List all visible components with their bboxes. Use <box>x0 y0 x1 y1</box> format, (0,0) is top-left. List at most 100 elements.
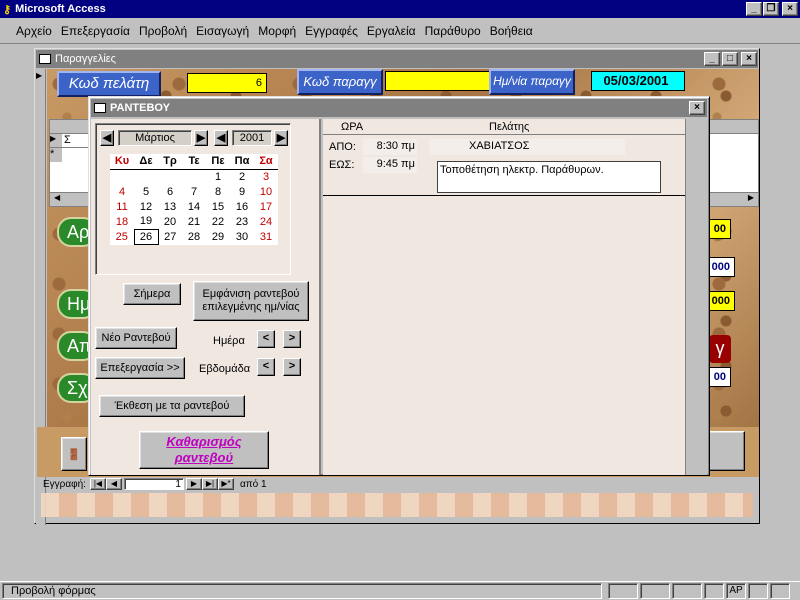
prev-year-button[interactable]: ◀ <box>214 130 228 146</box>
menu-item-1[interactable]: Επεξεργασία <box>61 24 130 38</box>
prev-day-button[interactable]: < <box>257 330 275 348</box>
menu-item-0[interactable]: Αρχείο <box>16 24 52 38</box>
next-month-button[interactable]: ▶ <box>194 130 208 146</box>
year-select[interactable]: 2001 <box>232 130 272 146</box>
first-record-button[interactable]: |◀ <box>89 478 106 490</box>
calendar-day[interactable]: 6 <box>158 184 182 199</box>
calendar-day[interactable]: 16 <box>230 199 254 214</box>
orders-footer-button[interactable] <box>705 431 745 471</box>
calendar-day[interactable]: 29 <box>206 229 230 244</box>
rantevou-titlebar[interactable]: ΡΑΝΤΕΒΟΥ × <box>91 99 707 117</box>
calendar-day[interactable]: 24 <box>254 214 278 229</box>
orders-minimize-button[interactable]: _ <box>704 52 720 66</box>
client-code-button[interactable]: Κωδ πελάτη <box>57 71 161 97</box>
menu-item-2[interactable]: Προβολή <box>139 24 187 38</box>
order-code-button[interactable]: Κωδ παραγγ <box>297 69 383 95</box>
calendar-empty-cell <box>158 169 182 184</box>
next-day-button[interactable]: > <box>283 330 301 348</box>
calendar-day[interactable]: 22 <box>206 214 230 229</box>
next-week-button[interactable]: > <box>283 358 301 376</box>
calendar-day[interactable]: 5 <box>134 184 158 199</box>
side-value-2[interactable]: 000 <box>709 257 735 277</box>
calendar-day[interactable]: 27 <box>158 229 182 244</box>
calendar-day[interactable]: 21 <box>182 214 206 229</box>
side-value-1[interactable]: 00 <box>709 219 731 239</box>
calendar-day[interactable]: 19 <box>134 214 158 229</box>
calendar-day[interactable]: 17 <box>254 199 278 214</box>
calendar-day[interactable]: 7 <box>182 184 206 199</box>
calendar-day[interactable]: 15 <box>206 199 230 214</box>
last-record-button[interactable]: ▶| <box>201 478 218 490</box>
restore-button[interactable]: ❐ <box>763 2 779 16</box>
new-appointment-button[interactable]: Νέο Ραντεβού <box>95 327 177 349</box>
calendar-day[interactable]: 8 <box>206 184 230 199</box>
next-year-button[interactable]: ▶ <box>274 130 288 146</box>
client-name-field[interactable]: ΧΑΒΙΑΤΣΟΣ <box>429 139 625 155</box>
weekday-header: Δε <box>134 154 158 170</box>
client-code-field[interactable]: 6 <box>187 73 267 93</box>
weekday-header: Πα <box>230 154 254 170</box>
calendar-day[interactable]: 25 <box>110 229 134 244</box>
show-appointments-button[interactable]: Εμφάνιση ραντεβού επιλεγμένης ημ/νίας <box>193 281 309 321</box>
prev-record-button[interactable]: ◀ <box>105 478 122 490</box>
order-details-grid[interactable]: ▶ Σ * ◀ <box>49 119 89 207</box>
clear-appointments-button[interactable]: Καθαρισμός ραντεβού <box>139 431 269 469</box>
next-record-button[interactable]: ▶ <box>185 478 202 490</box>
calendar-day[interactable]: 13 <box>158 199 182 214</box>
order-code-field[interactable]: 1 <box>385 71 503 91</box>
calendar-day[interactable]: 9 <box>230 184 254 199</box>
calendar-day[interactable]: 31 <box>254 229 278 244</box>
calendar-day[interactable]: 26 <box>133 228 159 245</box>
grid-cell: Σ <box>64 134 71 146</box>
menu-item-8[interactable]: Βοήθεια <box>490 24 533 38</box>
calendar-day[interactable]: 30 <box>230 229 254 244</box>
side-value-4[interactable]: 00 <box>709 367 731 387</box>
month-select[interactable]: Μάρτιος <box>118 130 192 146</box>
record-number-input[interactable]: 1 <box>123 478 184 490</box>
menu-item-3[interactable]: Εισαγωγή <box>196 24 249 38</box>
menu-item-6[interactable]: Εργαλεία <box>367 24 416 38</box>
new-record-button[interactable]: ▶* <box>217 478 234 490</box>
calendar-day[interactable]: 12 <box>134 199 158 214</box>
calendar-day[interactable]: 1 <box>206 169 230 184</box>
close-button[interactable]: × <box>782 2 798 16</box>
orders-maximize-button[interactable]: □ <box>722 52 738 66</box>
orders-titlebar[interactable]: Παραγγελίες _ □ × <box>36 50 758 68</box>
from-time-field[interactable]: 8:30 πμ <box>363 139 417 155</box>
report-button[interactable]: Έκθεση με τα ραντεβού <box>99 395 245 417</box>
to-time-field[interactable]: 9:45 πμ <box>363 157 417 173</box>
minimize-button[interactable]: _ <box>746 2 762 16</box>
order-date-field[interactable]: 05/03/2001 <box>591 71 685 91</box>
notes-field[interactable]: Τοποθέτηση ηλεκτρ. Παράθυρων. <box>437 161 661 193</box>
menu-item-5[interactable]: Εγγραφές <box>305 24 358 38</box>
appointments-scrollbar[interactable] <box>685 119 707 475</box>
calendar-box: ◀ Μάρτιος ▶ ◀ 2001 ▶ Κυ Δε Τρ Τε Πε Πα Σα 1234… <box>95 123 291 275</box>
rantevou-close-button[interactable]: × <box>689 101 705 115</box>
today-button[interactable]: Σήμερα <box>123 283 181 305</box>
weekday-header: Τρ <box>158 154 182 170</box>
side-value-3[interactable]: 000 <box>709 291 735 311</box>
exit-door-button[interactable]: 🚪 <box>61 437 87 471</box>
prev-week-button[interactable]: < <box>257 358 275 376</box>
appointments-header: ΩΡΑ Πελάτης <box>323 119 685 135</box>
calendar-day[interactable]: 3 <box>254 169 278 184</box>
calendar-day[interactable]: 10 <box>254 184 278 199</box>
calendar-day[interactable]: 2 <box>230 169 254 184</box>
calendar-day[interactable]: 18 <box>110 214 134 229</box>
record-navigator: Εγγραφή: |◀ ◀ 1 ▶ ▶| ▶* από 1 <box>37 477 759 491</box>
calendar-day[interactable]: 20 <box>158 214 182 229</box>
calendar-day[interactable]: 14 <box>182 199 206 214</box>
order-date-button[interactable]: Ημ/νία παραγγ <box>489 69 575 95</box>
status-text: Προβολή φόρμας <box>2 583 602 599</box>
calendar-day[interactable]: 4 <box>110 184 134 199</box>
calendar-day[interactable]: 11 <box>110 199 134 214</box>
app-titlebar[interactable]: ⚷ Microsoft Access _ ❐ × <box>0 0 800 18</box>
prev-month-button[interactable]: ◀ <box>100 130 114 146</box>
menu-item-7[interactable]: Παράθυρο <box>425 24 481 38</box>
calendar-day[interactable]: 23 <box>230 214 254 229</box>
edit-button[interactable]: Επεξεργασία >> <box>95 357 185 379</box>
side-red-button[interactable]: γ <box>709 335 731 363</box>
calendar-day[interactable]: 28 <box>182 229 206 244</box>
menu-item-4[interactable]: Μορφή <box>258 24 296 38</box>
orders-close-button[interactable]: × <box>741 52 757 66</box>
